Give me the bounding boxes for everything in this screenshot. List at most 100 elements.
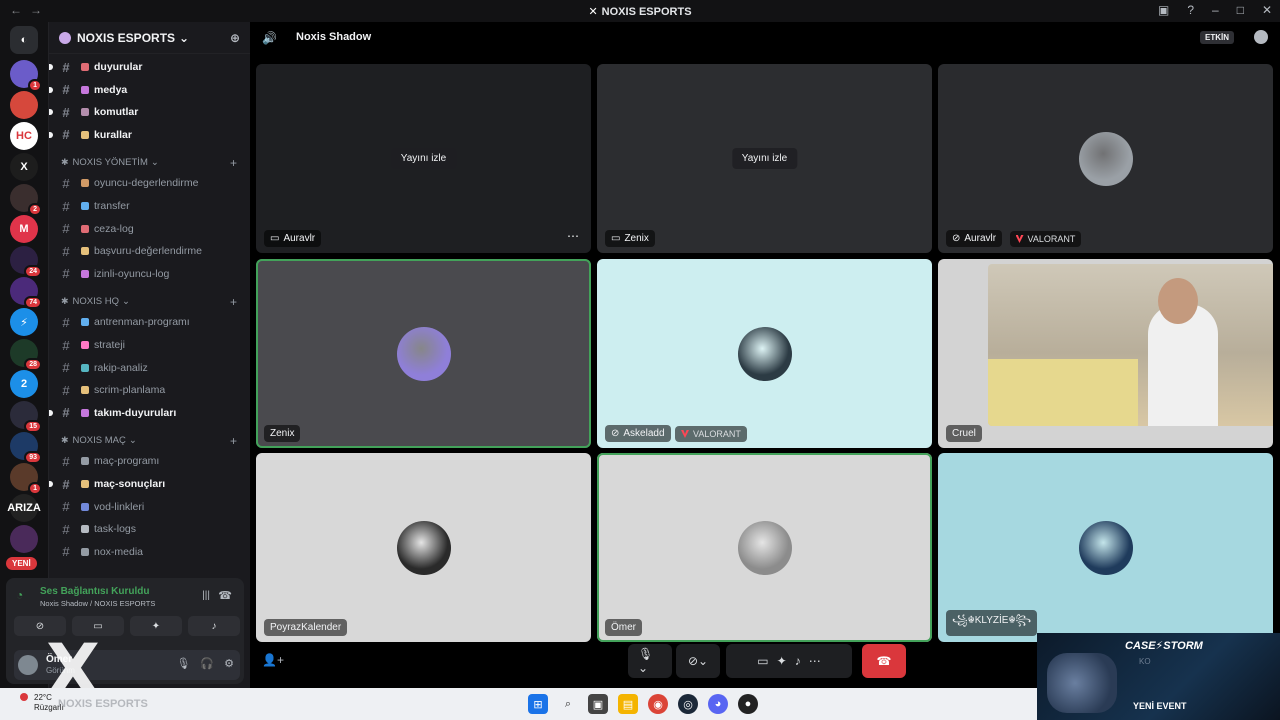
camera-button[interactable]: ⊘⌄ xyxy=(676,644,720,678)
obs-icon[interactable]: ● xyxy=(738,694,758,714)
start-icon[interactable]: ⊞ xyxy=(528,694,548,714)
close-button[interactable]: ✕ xyxy=(1262,3,1272,17)
discord-icon[interactable]: ◕ xyxy=(708,694,728,714)
participant-tile[interactable]: ꧁☬KLYZİE☬꧂ xyxy=(938,453,1273,642)
server-icon[interactable] xyxy=(10,91,38,119)
channel-label: scrim-planlama xyxy=(94,384,166,397)
add-channel-icon[interactable]: + xyxy=(230,156,237,170)
mic-icon[interactable]: 🎙 xyxy=(176,657,190,670)
more-icon[interactable]: ⋯ xyxy=(809,654,821,668)
file-explorer-icon[interactable]: ▤ xyxy=(618,694,638,714)
hash-icon: # xyxy=(62,127,70,143)
add-channel-icon[interactable]: + xyxy=(230,434,237,448)
add-channel-icon[interactable]: + xyxy=(230,295,237,309)
inbox-icon[interactable]: ▣ xyxy=(1158,3,1169,17)
channel-item[interactable]: # medya xyxy=(49,80,243,100)
gear-icon[interactable]: ⚙ xyxy=(224,657,234,670)
participant-tile[interactable]: Yayını izle ▭ Zenix xyxy=(597,64,932,253)
hash-icon: # xyxy=(62,314,70,330)
category-header[interactable]: ✱ NOXIS YÖNETİM ⌄ + xyxy=(61,156,243,170)
server-icon[interactable]: HC xyxy=(10,122,38,150)
headphones-icon[interactable]: 🎧 xyxy=(200,657,214,670)
server-icon[interactable]: X xyxy=(10,153,38,181)
participant-tile[interactable]: Ömer xyxy=(597,453,932,642)
participant-name-label: ⊘ Auravlr xyxy=(946,230,1003,247)
server-icon[interactable]: ARIZA xyxy=(7,494,41,522)
participant-tile[interactable]: PoyrazKalender xyxy=(256,453,591,642)
server-icon[interactable]: 28 xyxy=(10,339,42,371)
voice-status[interactable]: Ses Bağlantısı Kuruldu xyxy=(40,586,149,597)
channel-item[interactable]: # nox-media xyxy=(57,542,243,562)
participant-tile[interactable]: Yayını izle ▭ Auravlr ⋯ xyxy=(256,64,591,253)
disconnect-icon[interactable]: ☎ xyxy=(218,589,232,602)
server-header[interactable]: NOXIS ESPORTS ⌄ ⊕ xyxy=(49,22,250,54)
add-member-icon[interactable]: ⊕ xyxy=(230,31,240,45)
channel-item[interactable]: # task-logs xyxy=(57,519,243,539)
server-icon[interactable]: 15 xyxy=(10,401,42,433)
avatar xyxy=(1078,131,1133,186)
channel-item[interactable]: # rakip-analiz xyxy=(57,358,243,378)
task-view-icon[interactable]: ▣ xyxy=(588,694,608,714)
channel-item[interactable]: # kurallar xyxy=(49,125,243,145)
server-icon[interactable]: 93 xyxy=(10,432,42,464)
channel-item[interactable]: # vod-linkleri xyxy=(57,497,243,517)
chat-icon[interactable] xyxy=(1254,30,1268,44)
watch-stream-button[interactable]: Yayını izle xyxy=(390,148,457,169)
participant-tile[interactable]: ⊘ Askeladd VALORANT xyxy=(597,259,932,448)
channel-item[interactable]: # antrenman-programı xyxy=(57,312,243,332)
participant-tile[interactable]: ⊘ Auravlr VALORANT xyxy=(938,64,1273,253)
category-header[interactable]: ✱ NOXIS HQ ⌄ + xyxy=(61,295,243,309)
maximize-button[interactable]: □ xyxy=(1237,3,1244,17)
server-icon[interactable]: 2 xyxy=(10,184,42,216)
activity-button[interactable]: ETKİN xyxy=(1200,31,1234,44)
end-call-button[interactable]: ☎ xyxy=(862,644,906,678)
channel-item[interactable]: # scrim-planlama xyxy=(57,380,243,400)
more-options-icon[interactable]: ⋯ xyxy=(567,229,579,243)
category-header[interactable]: ✱ NOXIS MAÇ ⌄ + xyxy=(61,434,243,448)
channel-item[interactable]: # oyuncu-degerlendirme xyxy=(57,173,243,193)
channel-item[interactable]: # başvuru-değerlendirme xyxy=(57,241,243,261)
channel-item[interactable]: # izinli-oyuncu-log xyxy=(57,264,243,284)
minimize-button[interactable]: – xyxy=(1212,3,1219,17)
avatar xyxy=(396,520,451,575)
hash-icon: # xyxy=(62,221,70,237)
signal-icon[interactable]: ◔ xyxy=(16,588,23,602)
help-icon[interactable]: ? xyxy=(1187,3,1194,17)
server-icon[interactable]: 74 xyxy=(10,277,42,309)
server-icon[interactable]: 1 xyxy=(10,60,42,92)
participant-tile[interactable]: Cruel xyxy=(938,259,1273,448)
server-icon[interactable]: 24 xyxy=(10,246,42,278)
steam-icon[interactable]: ◎ xyxy=(678,694,698,714)
channel-item[interactable]: # komutlar xyxy=(49,102,243,122)
activities-button[interactable]: ✦ xyxy=(130,616,182,636)
channel-item[interactable]: # maç-sonuçları xyxy=(49,474,243,494)
server-icon[interactable]: 2 xyxy=(10,370,38,398)
channel-item[interactable]: # strateji xyxy=(57,335,243,355)
mic-button[interactable]: 🎙⌄ xyxy=(628,644,672,678)
chrome-icon[interactable]: ◉ xyxy=(648,694,668,714)
channel-emoji-icon xyxy=(81,480,89,488)
participant-name-label: Cruel xyxy=(946,425,982,442)
mention-badge: 1 xyxy=(28,482,42,495)
search-icon[interactable]: ⌕ xyxy=(558,694,578,714)
discord-home-icon[interactable]: ◐ xyxy=(10,26,38,54)
apps-icon[interactable]: ✦ xyxy=(777,654,787,668)
soundboard-icon[interactable]: ♪ xyxy=(795,654,801,668)
share-screen-icon[interactable]: ▭ xyxy=(757,654,768,668)
invite-icon[interactable]: 👤+ xyxy=(262,653,284,667)
channel-item[interactable]: # ceza-log xyxy=(57,219,243,239)
server-icon[interactable]: M xyxy=(10,215,38,243)
server-icon[interactable] xyxy=(10,525,38,553)
watch-stream-button[interactable]: Yayını izle xyxy=(731,148,798,169)
server-icon[interactable]: ⚡ xyxy=(10,308,38,336)
participant-tile[interactable]: Zenix xyxy=(256,259,591,448)
noise-suppression-icon[interactable]: ||| xyxy=(202,590,210,601)
server-icon[interactable]: 1 xyxy=(10,463,42,495)
channel-item[interactable]: # duyurular xyxy=(49,57,243,77)
channel-item[interactable]: # maç-programı xyxy=(57,451,243,471)
hash-icon: # xyxy=(62,544,70,560)
soundboard-button[interactable]: ♪ xyxy=(188,616,240,636)
channel-item[interactable]: # takım-duyuruları xyxy=(49,403,243,423)
avatar[interactable] xyxy=(18,655,38,675)
channel-item[interactable]: # transfer xyxy=(57,196,243,216)
